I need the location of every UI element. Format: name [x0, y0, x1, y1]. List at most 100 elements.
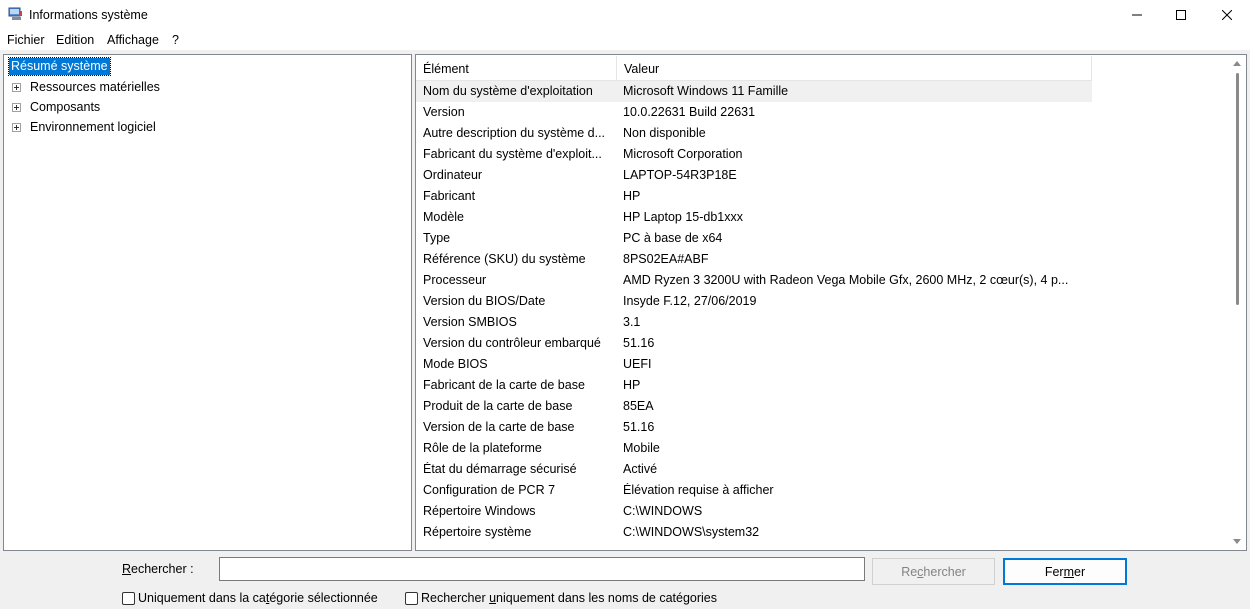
- cell-element: Référence (SKU) du système: [423, 252, 586, 266]
- cell-value: 51.16: [623, 336, 655, 350]
- close-search-button[interactable]: Fer m er: [1003, 558, 1127, 585]
- table-row[interactable]: Configuration de PCR 7 Élévation requise …: [416, 480, 1092, 501]
- scroll-down-icon[interactable]: [1233, 539, 1241, 544]
- menu-edition[interactable]: Edition: [56, 33, 94, 47]
- cell-element: Version du contrôleur embarqué: [423, 336, 601, 350]
- cell-value: PC à base de x64: [623, 231, 723, 245]
- cell-element: Ordinateur: [423, 168, 483, 182]
- tree-item-label: Composants: [30, 100, 101, 114]
- tree-item-label: Environnement logiciel: [30, 120, 156, 134]
- cell-element: Version de la carte de base: [423, 420, 575, 434]
- cell-value: Non disponible: [623, 126, 706, 140]
- checkbox-selected-category[interactable]: Uniquement dans la catégorie sélectionné…: [122, 590, 378, 606]
- expand-icon[interactable]: [12, 82, 21, 92]
- cell-element: Processeur: [423, 273, 487, 287]
- table-row[interactable]: Version 10.0.22631 Build 22631: [416, 102, 1092, 123]
- menu-affichage[interactable]: Affichage: [107, 33, 159, 47]
- cell-value: HP Laptop 15-db1xxx: [623, 210, 743, 224]
- cell-element: Version: [423, 105, 465, 119]
- cell-value: 85EA: [623, 399, 654, 413]
- tree-item-ressources-materielles[interactable]: Ressources matérielles: [12, 78, 160, 96]
- close-button[interactable]: [1204, 0, 1250, 30]
- table-row[interactable]: Répertoire système C:\WINDOWS\system32: [416, 522, 1092, 543]
- table-row[interactable]: Rôle de la plateforme Mobile: [416, 438, 1092, 459]
- cell-value: C:\WINDOWS: [623, 504, 703, 518]
- checkbox-category-names[interactable]: Rechercher uniquement dans les noms de c…: [405, 590, 717, 606]
- system-info-icon: [8, 7, 23, 21]
- cell-value: UEFI: [623, 357, 652, 371]
- details-rows: Nom du système d'exploitation Microsoft W…: [416, 81, 1092, 543]
- cell-element: État du démarrage sécurisé: [423, 462, 577, 476]
- tree-item-composants[interactable]: Composants: [12, 98, 100, 116]
- table-row[interactable]: Fabricant de la carte de base HP: [416, 375, 1092, 396]
- tree-item-environnement-logiciel[interactable]: Environnement logiciel: [12, 118, 156, 136]
- table-row[interactable]: Fabricant du système d'exploit... Microso…: [416, 144, 1092, 165]
- category-tree[interactable]: Résumé système Ressources matérielles Co…: [3, 54, 412, 551]
- table-row[interactable]: Nom du système d'exploitation Microsoft W…: [416, 81, 1092, 102]
- search-button[interactable]: Re c hercher: [872, 558, 995, 585]
- cell-element: Fabricant de la carte de base: [423, 378, 585, 392]
- table-row[interactable]: Ordinateur LAPTOP-54R3P18E: [416, 165, 1092, 186]
- expand-icon[interactable]: [12, 122, 21, 132]
- cell-value: 8PS02EA#ABF: [623, 252, 709, 266]
- cell-value: Microsoft Windows 11 Famille: [623, 84, 789, 98]
- checkbox-label: Rechercher uniquement dans les noms de c…: [421, 591, 718, 605]
- table-row[interactable]: Version du contrôleur embarqué 51.16: [416, 333, 1092, 354]
- cell-element: Nom du système d'exploitation: [423, 84, 593, 98]
- cell-value: 3.1: [623, 315, 641, 329]
- table-row[interactable]: Autre description du système d... Non dis…: [416, 123, 1092, 144]
- cell-element: Répertoire Windows: [423, 504, 536, 518]
- minimize-icon: [1132, 14, 1142, 16]
- tree-item-resume-systeme[interactable]: Résumé système: [8, 57, 111, 76]
- maximize-icon: [1176, 10, 1186, 20]
- column-header-valeur[interactable]: Valeur: [617, 56, 1092, 80]
- table-row[interactable]: Référence (SKU) du système 8PS02EA#ABF: [416, 249, 1092, 270]
- search-label: Rechercher :: [122, 562, 194, 576]
- table-row[interactable]: Version de la carte de base 51.16: [416, 417, 1092, 438]
- cell-element: Configuration de PCR 7: [423, 483, 556, 497]
- cell-element: Version du BIOS/Date: [423, 294, 546, 308]
- cell-value: HP: [623, 378, 641, 392]
- cell-value: Mobile: [623, 441, 660, 455]
- cell-value: Activé: [623, 462, 658, 476]
- cell-element: Autre description du système d...: [423, 126, 606, 140]
- cell-element: Fabricant du système d'exploit...: [423, 147, 602, 161]
- cell-element: Type: [423, 231, 451, 245]
- vertical-scrollbar[interactable]: [1229, 55, 1246, 550]
- table-row[interactable]: Mode BIOS UEFI: [416, 354, 1092, 375]
- menu-bar: Fichier Edition Affichage ?: [0, 30, 1250, 50]
- table-row[interactable]: Processeur AMD Ryzen 3 3200U with Radeon …: [416, 270, 1092, 291]
- window-title: Informations système: [29, 8, 148, 22]
- table-row[interactable]: Version SMBIOS 3.1: [416, 312, 1092, 333]
- column-header-element[interactable]: Élément: [416, 56, 617, 80]
- maximize-button[interactable]: [1158, 0, 1204, 30]
- cell-value: 10.0.22631 Build 22631: [623, 105, 756, 119]
- menu-help[interactable]: ?: [172, 33, 179, 47]
- table-row[interactable]: Répertoire Windows C:\WINDOWS: [416, 501, 1092, 522]
- cell-value: AMD Ryzen 3 3200U with Radeon Vega Mobil…: [623, 273, 1069, 287]
- cell-element: Mode BIOS: [423, 357, 488, 371]
- table-row[interactable]: Type PC à base de x64: [416, 228, 1092, 249]
- table-row[interactable]: Modèle HP Laptop 15-db1xxx: [416, 207, 1092, 228]
- cell-value: HP: [623, 189, 641, 203]
- table-row[interactable]: Fabricant HP: [416, 186, 1092, 207]
- cell-value: LAPTOP-54R3P18E: [623, 168, 737, 182]
- cell-value: Élévation requise à afficher: [623, 483, 774, 497]
- details-list[interactable]: Élément Valeur Nom du système d'exploita…: [415, 54, 1247, 551]
- minimize-button[interactable]: [1114, 0, 1160, 30]
- checkbox-label: Uniquement dans la catégorie sélectionné…: [138, 591, 378, 605]
- search-input[interactable]: [219, 557, 865, 581]
- checkbox-box[interactable]: [405, 591, 418, 605]
- expand-icon[interactable]: [12, 102, 21, 112]
- cell-value: Microsoft Corporation: [623, 147, 743, 161]
- scroll-thumb[interactable]: [1236, 73, 1239, 305]
- checkbox-box[interactable]: [122, 591, 135, 605]
- scroll-up-icon[interactable]: [1233, 61, 1241, 66]
- cell-value: 51.16: [623, 420, 655, 434]
- tree-item-label: Ressources matérielles: [30, 80, 160, 94]
- menu-fichier[interactable]: Fichier: [7, 33, 45, 47]
- table-row[interactable]: Produit de la carte de base 85EA: [416, 396, 1092, 417]
- table-row[interactable]: État du démarrage sécurisé Activé: [416, 459, 1092, 480]
- table-row[interactable]: Version du BIOS/Date Insyde F.12, 27/06/2…: [416, 291, 1092, 312]
- cell-value: Insyde F.12, 27/06/2019: [623, 294, 757, 308]
